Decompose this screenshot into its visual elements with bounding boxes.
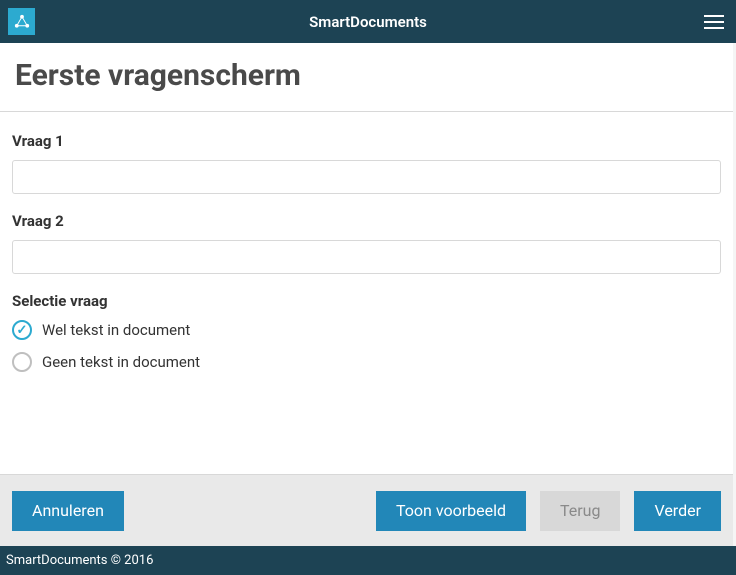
radio-option-1[interactable] [12, 320, 32, 340]
back-button: Terug [540, 491, 620, 531]
logo-icon [13, 13, 31, 31]
app-title: SmartDocuments [309, 13, 427, 31]
hamburger-menu-icon[interactable] [704, 10, 728, 34]
radio-row-option-1[interactable]: Wel tekst in document [12, 320, 721, 340]
app-logo[interactable] [8, 8, 35, 35]
header: SmartDocuments [0, 0, 736, 43]
button-bar: Annuleren Toon voorbeeld Terug Verder [0, 474, 733, 546]
radio-label-option-2: Geen tekst in document [42, 353, 200, 371]
footer: SmartDocuments © 2016 [0, 546, 736, 575]
page-title: Eerste vragenscherm [0, 43, 733, 111]
footer-text: SmartDocuments © 2016 [6, 553, 153, 568]
radio-option-2[interactable] [12, 352, 32, 372]
input-vraag-2[interactable] [12, 240, 721, 274]
next-button[interactable]: Verder [634, 491, 721, 531]
label-vraag-2: Vraag 2 [12, 212, 721, 230]
preview-button[interactable]: Toon voorbeeld [376, 491, 526, 531]
label-selectie-vraag: Selectie vraag [12, 292, 721, 310]
radio-group-selectie: Wel tekst in document Geen tekst in docu… [12, 320, 721, 372]
label-vraag-1: Vraag 1 [12, 132, 721, 150]
form-area: Vraag 1 Vraag 2 Selectie vraag Wel tekst… [0, 112, 733, 474]
main-content: Eerste vragenscherm Vraag 1 Vraag 2 Sele… [0, 43, 733, 546]
radio-row-option-2[interactable]: Geen tekst in document [12, 352, 721, 372]
cancel-button[interactable]: Annuleren [12, 491, 124, 531]
input-vraag-1[interactable] [12, 160, 721, 194]
radio-label-option-1: Wel tekst in document [42, 321, 190, 339]
